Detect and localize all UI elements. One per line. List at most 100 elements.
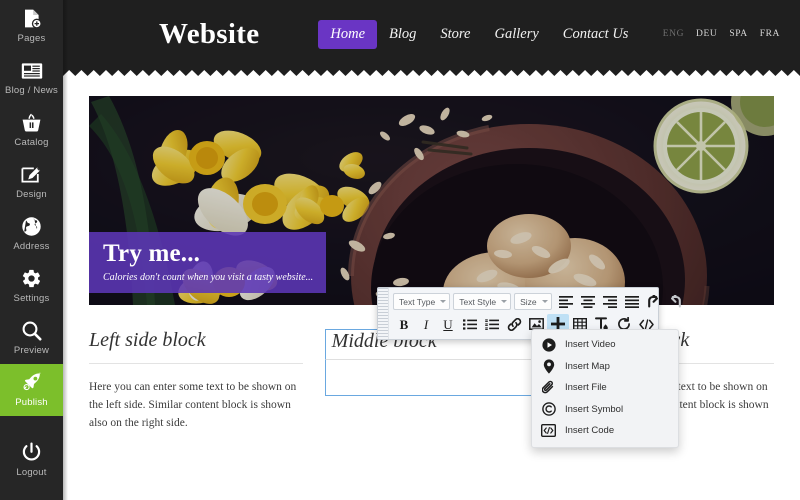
nav-item-gallery[interactable]: Gallery xyxy=(482,20,550,49)
content-block-left[interactable]: Left side block Here you can enter some … xyxy=(89,329,303,432)
chevron-down-icon xyxy=(541,300,548,303)
numbered-list-button[interactable] xyxy=(481,314,503,334)
menu-item-insert-video[interactable]: Insert Video xyxy=(532,334,678,356)
menu-item-insert-map[interactable]: Insert Map xyxy=(532,356,678,378)
content-block-edit-area[interactable] xyxy=(324,360,539,396)
menu-item-insert-file[interactable]: Insert File xyxy=(532,377,678,399)
sidebar-item-catalog[interactable]: Catalog xyxy=(0,104,63,156)
code-brackets-icon xyxy=(541,424,556,438)
italic-button[interactable]: I xyxy=(415,314,437,334)
copyright-icon xyxy=(541,402,556,417)
sidebar-item-design[interactable]: Design xyxy=(0,156,63,208)
align-left-icon xyxy=(558,295,573,308)
menu-item-label: Insert File xyxy=(565,382,607,394)
italic-icon: I xyxy=(423,316,429,332)
toolbar-row-1: Text Type Text Style Size xyxy=(393,291,687,312)
gear-icon xyxy=(21,268,42,289)
nav-item-home[interactable]: Home xyxy=(318,19,378,49)
code-icon xyxy=(638,318,654,330)
underline-button[interactable]: U xyxy=(437,314,459,334)
undo-button[interactable] xyxy=(643,292,665,312)
paperclip-icon xyxy=(541,380,556,395)
sidebar-item-label: Catalog xyxy=(14,137,49,148)
text-type-select[interactable]: Text Type xyxy=(393,293,451,310)
main-navigation: Home Blog Store Gallery Contact Us xyxy=(318,19,641,49)
redo-icon xyxy=(668,295,683,308)
bullet-list-button[interactable] xyxy=(459,314,481,334)
globe-icon xyxy=(21,216,42,237)
link-button[interactable] xyxy=(503,314,525,334)
undo-icon xyxy=(646,295,661,308)
basket-icon xyxy=(21,112,42,133)
site-logo[interactable]: Website xyxy=(159,19,259,49)
play-circle-icon xyxy=(541,338,556,352)
align-right-button[interactable] xyxy=(599,292,621,312)
chevron-down-icon xyxy=(501,300,508,303)
sidebar-item-label: Publish xyxy=(15,397,48,408)
redo-button[interactable] xyxy=(665,292,687,312)
site-preview-canvas: Website Home Blog Store Gallery Contact … xyxy=(63,0,800,500)
content-block-body[interactable]: Here you can enter some text to be shown… xyxy=(89,379,303,432)
zigzag-shape xyxy=(63,70,800,80)
sidebar-item-blog-news[interactable]: Blog / News xyxy=(0,52,63,104)
sidebar-item-label: Settings xyxy=(13,293,50,304)
link-icon xyxy=(507,317,522,331)
text-style-select[interactable]: Text Style xyxy=(453,293,512,310)
language-switcher: ENG DEU SPA FRA xyxy=(663,29,780,39)
language-eng[interactable]: ENG xyxy=(663,29,684,39)
hero-caption[interactable]: Try me... Calories don't count when you … xyxy=(89,232,326,293)
sidebar-item-label: Blog / News xyxy=(5,85,58,96)
menu-item-insert-symbol[interactable]: Insert Symbol xyxy=(532,399,678,421)
map-pin-icon xyxy=(541,359,556,374)
hero-caption-title: Try me... xyxy=(103,240,201,267)
align-center-icon xyxy=(580,295,595,308)
sidebar-item-label: Logout xyxy=(16,467,47,478)
sidebar-item-publish[interactable]: Publish xyxy=(0,364,63,416)
align-right-icon xyxy=(602,295,617,308)
sidebar-item-preview[interactable]: Preview xyxy=(0,312,63,364)
menu-item-label: Insert Map xyxy=(565,360,610,372)
language-spa[interactable]: SPA xyxy=(729,29,747,39)
content-block-title[interactable]: Left side block xyxy=(89,329,303,364)
site-header: Website Home Blog Store Gallery Contact … xyxy=(63,0,800,68)
menu-item-label: Insert Code xyxy=(565,425,615,437)
sidebar-item-label: Design xyxy=(16,189,47,200)
hero-caption-subtitle: Calories don't count when you visit a ta… xyxy=(103,272,314,283)
numbered-list-icon xyxy=(485,318,499,330)
align-left-button[interactable] xyxy=(555,292,577,312)
align-justify-button[interactable] xyxy=(621,292,643,312)
sidebar-item-address[interactable]: Address xyxy=(0,208,63,260)
sidebar-item-pages[interactable]: Pages xyxy=(0,0,63,52)
sidebar-item-settings[interactable]: Settings xyxy=(0,260,63,312)
zigzag-divider xyxy=(63,68,800,80)
menu-item-insert-code[interactable]: Insert Code xyxy=(532,420,678,442)
font-size-select[interactable]: Size xyxy=(514,293,552,310)
sidebar-item-label: Address xyxy=(13,241,50,252)
bold-icon: B xyxy=(399,316,409,332)
page-plus-icon xyxy=(22,8,42,29)
content-block-middle[interactable]: Middle block xyxy=(324,329,539,432)
pencil-edit-icon xyxy=(21,164,42,185)
search-icon xyxy=(21,320,42,341)
nav-item-blog[interactable]: Blog xyxy=(377,20,428,49)
nav-item-contact-us[interactable]: Contact Us xyxy=(551,20,641,49)
underline-icon: U xyxy=(443,316,453,332)
main-sidebar: Pages Blog / News Catalog Design Address… xyxy=(0,0,63,500)
hero-banner[interactable]: Try me... Calories don't count when you … xyxy=(89,96,774,305)
nav-item-store[interactable]: Store xyxy=(428,20,482,49)
bold-button[interactable]: B xyxy=(393,314,415,334)
menu-item-label: Insert Symbol xyxy=(565,403,624,415)
chevron-down-icon xyxy=(440,300,447,303)
align-center-button[interactable] xyxy=(577,292,599,312)
sidebar-item-logout[interactable]: Logout xyxy=(0,434,63,486)
news-icon xyxy=(21,60,43,81)
align-justify-icon xyxy=(624,295,639,308)
hero-section: Try me... Calories don't count when you … xyxy=(63,80,800,305)
language-deu[interactable]: DEU xyxy=(696,29,717,39)
toolbar-drag-handle[interactable] xyxy=(378,288,389,339)
menu-item-label: Insert Video xyxy=(565,339,616,351)
rocket-icon xyxy=(21,372,43,393)
power-icon xyxy=(21,442,42,463)
language-fra[interactable]: FRA xyxy=(760,29,780,39)
